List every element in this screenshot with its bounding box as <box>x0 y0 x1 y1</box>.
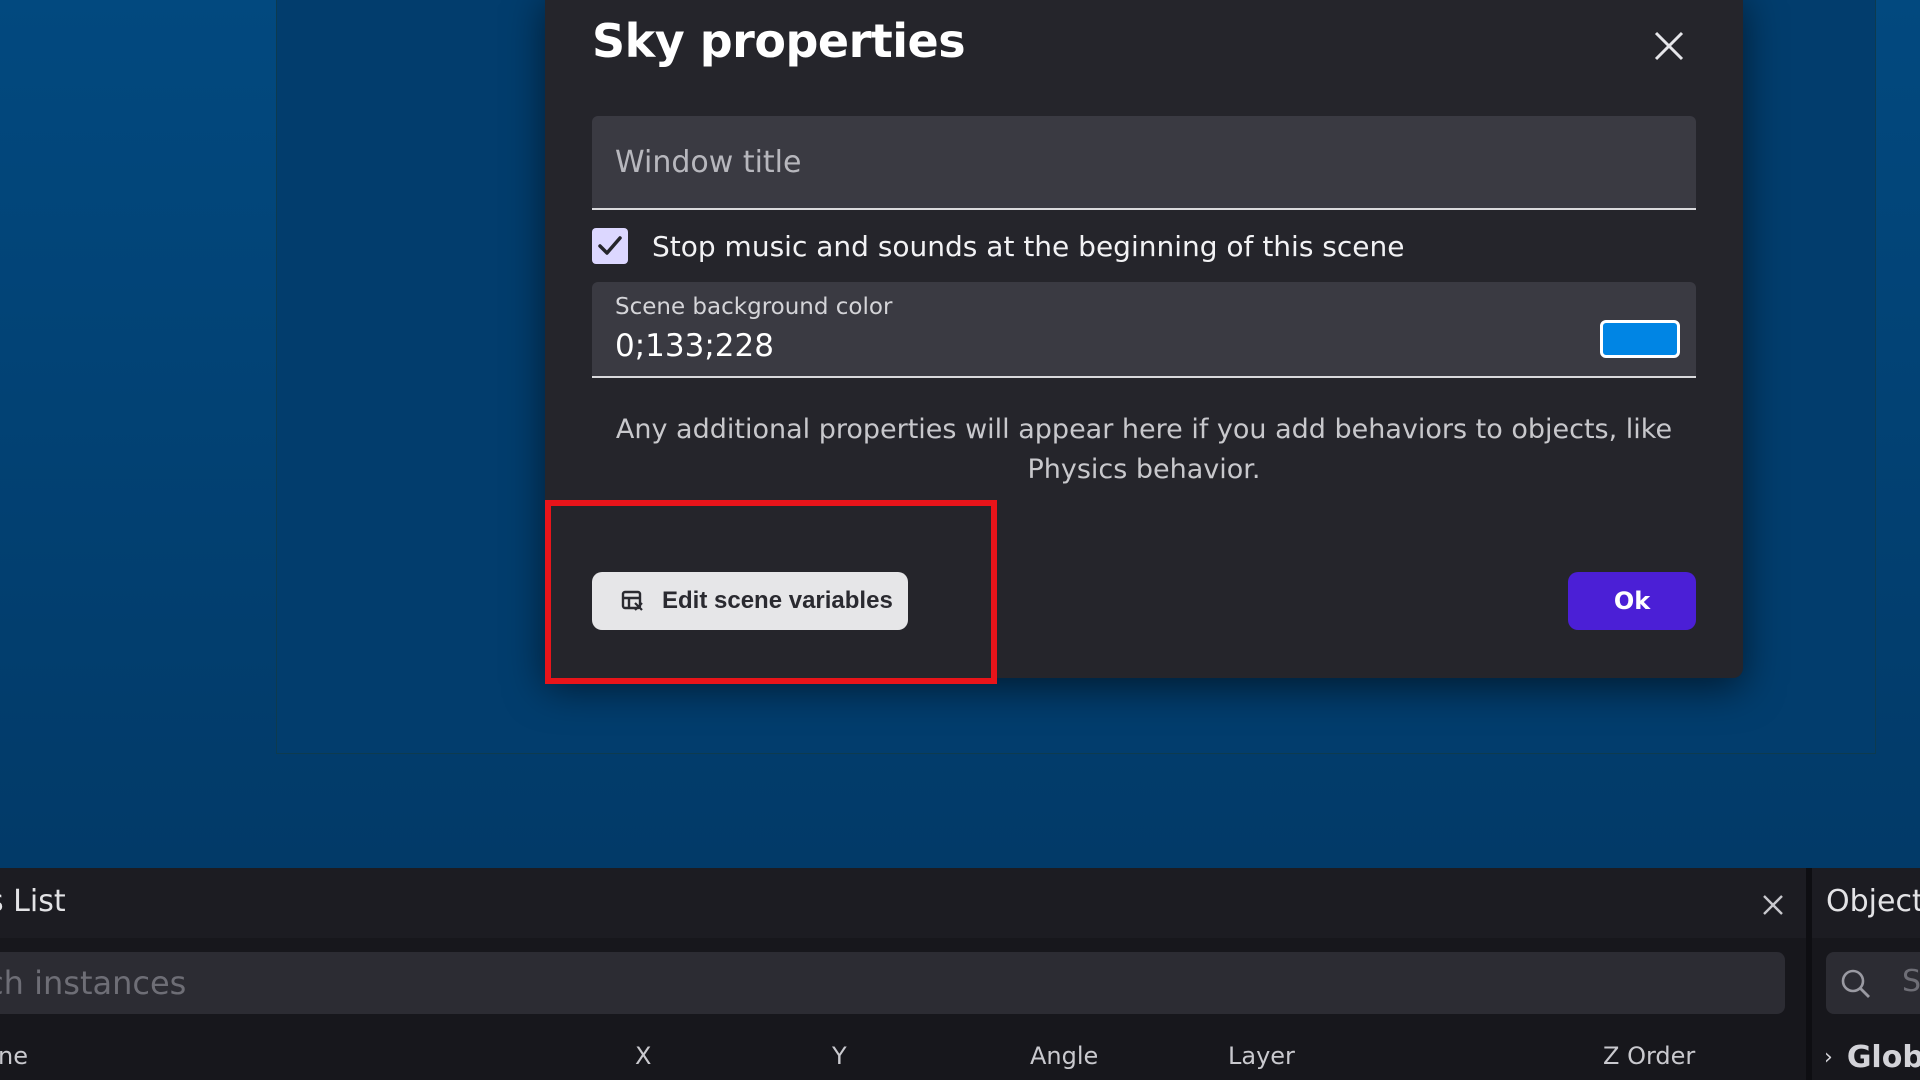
highlight-annotation <box>545 500 997 684</box>
column-z-order[interactable]: Z Order <box>1603 1042 1695 1070</box>
window-title-field[interactable] <box>592 116 1696 210</box>
close-icon[interactable] <box>1651 28 1687 64</box>
objects-panel: Object S › Glob <box>1812 868 1920 1080</box>
dialog-title: Sky properties <box>592 14 966 68</box>
search-objects-field[interactable]: S <box>1826 952 1920 1014</box>
instances-list-panel: s List ne X Y Angle Layer Z Order <box>0 868 1806 1080</box>
color-swatch[interactable] <box>1600 320 1680 358</box>
objects-panel-title: Object <box>1826 884 1920 919</box>
column-x[interactable]: X <box>635 1042 651 1070</box>
search-objects-placeholder: S <box>1902 964 1920 999</box>
close-icon[interactable] <box>1760 892 1786 918</box>
window-title-input[interactable] <box>592 116 1696 208</box>
stop-music-label: Stop music and sounds at the beginning o… <box>652 229 1405 263</box>
checkmark-icon <box>598 236 622 255</box>
additional-properties-hint: Any additional properties will appear he… <box>615 414 1673 485</box>
instances-panel-title: s List <box>0 884 66 919</box>
column-y[interactable]: Y <box>832 1042 847 1070</box>
ok-button[interactable]: Ok <box>1568 572 1696 630</box>
global-objects-folder[interactable]: › Glob <box>1824 1040 1920 1075</box>
search-icon <box>1841 969 1870 998</box>
bg-color-value[interactable]: 0;133;228 <box>615 328 774 364</box>
objects-panel-header: Object <box>1812 868 1920 938</box>
stop-music-checkbox[interactable] <box>592 228 628 264</box>
search-instances-field[interactable] <box>0 952 1785 1014</box>
instances-panel-header: s List <box>0 868 1806 938</box>
column-layer[interactable]: Layer <box>1228 1042 1295 1070</box>
global-objects-label: Glob <box>1846 1040 1920 1075</box>
scene-bg-color-field[interactable]: Scene background color 0;133;228 <box>592 282 1696 378</box>
chevron-right-icon: › <box>1824 1045 1833 1070</box>
bg-color-label: Scene background color <box>615 294 893 320</box>
search-instances-input[interactable] <box>0 952 1785 1014</box>
column-angle[interactable]: Angle <box>1030 1042 1098 1070</box>
column-name[interactable]: ne <box>0 1042 28 1070</box>
stop-music-row[interactable]: Stop music and sounds at the beginning o… <box>592 224 1405 268</box>
instances-table-header: ne X Y Angle Layer Z Order <box>0 1032 1806 1072</box>
